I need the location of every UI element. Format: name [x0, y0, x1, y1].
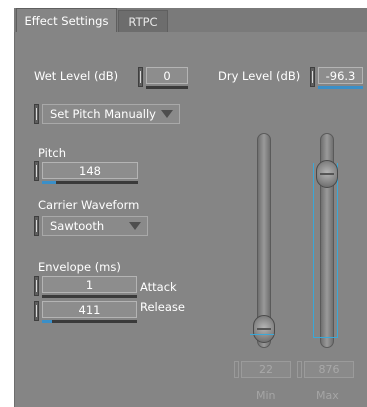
max-grip-icon — [297, 361, 302, 378]
min-marker — [250, 334, 274, 335]
wet-level-label: Wet Level (dB) — [34, 69, 119, 83]
carrier-waveform-dropdown[interactable]: Sawtooth — [42, 216, 148, 236]
pitch-label: Pitch — [38, 146, 66, 160]
release-slider[interactable] — [42, 320, 137, 323]
pitch-input[interactable]: 148 — [42, 162, 138, 179]
chevron-down-icon — [129, 222, 141, 230]
carrier-waveform-grip-icon[interactable] — [34, 216, 39, 236]
max-vertical-slider-thumb[interactable] — [316, 160, 338, 188]
min-vertical-slider-thumb[interactable] — [253, 315, 275, 343]
release-input[interactable]: 411 — [42, 301, 137, 318]
envelope-label: Envelope (ms) — [38, 260, 121, 274]
min-label: Min — [256, 389, 276, 402]
attack-grip-icon[interactable] — [34, 276, 39, 296]
attack-input[interactable]: 1 — [42, 276, 137, 293]
chevron-down-icon — [161, 110, 173, 118]
max-range-line-left — [313, 163, 314, 338]
dry-level-slider[interactable] — [318, 86, 363, 89]
max-value-field: 876 — [304, 361, 354, 378]
carrier-waveform-value: Sawtooth — [50, 219, 105, 233]
max-label: Max — [316, 389, 339, 402]
dry-level-input[interactable]: -96.3 — [318, 67, 363, 84]
pitch-mode-value: Set Pitch Manually — [50, 107, 156, 121]
attack-label: Attack — [140, 280, 177, 294]
dry-level-label: Dry Level (dB) — [218, 69, 301, 83]
tab-rtpc[interactable]: RTPC — [118, 10, 168, 32]
max-range-line-bottom — [313, 337, 338, 338]
attack-slider[interactable] — [42, 295, 137, 298]
release-label: Release — [140, 300, 185, 314]
pitch-mode-grip-icon[interactable] — [34, 104, 39, 124]
release-grip-icon[interactable] — [34, 301, 39, 321]
min-value-field: 22 — [241, 361, 291, 378]
dry-level-grip-icon[interactable] — [310, 67, 315, 87]
max-range-line-right — [337, 163, 338, 338]
effect-settings-window: Effect Settings RTPC Wet Level (dB) 0 Dr… — [0, 0, 367, 407]
pitch-grip-icon[interactable] — [34, 161, 39, 181]
wet-level-input[interactable]: 0 — [146, 67, 188, 84]
pitch-slider[interactable] — [42, 181, 138, 184]
carrier-waveform-label: Carrier Waveform — [38, 198, 140, 212]
tab-effect-settings[interactable]: Effect Settings — [16, 8, 117, 32]
min-grip-icon — [234, 361, 239, 378]
pitch-mode-dropdown[interactable]: Set Pitch Manually — [42, 104, 180, 124]
wet-level-slider[interactable] — [146, 86, 188, 89]
wet-level-grip-icon[interactable] — [138, 67, 143, 87]
